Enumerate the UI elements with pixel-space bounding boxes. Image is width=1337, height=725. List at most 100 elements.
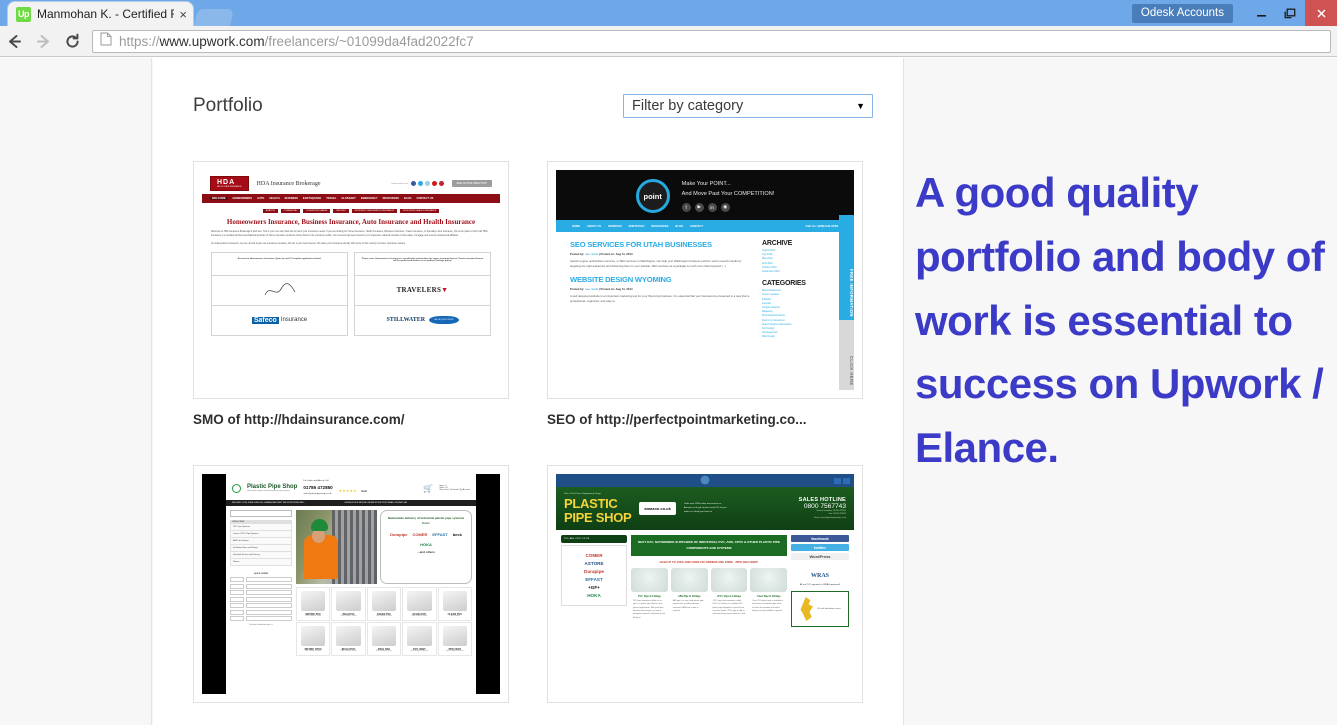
restore-icon[interactable] (1276, 2, 1305, 24)
pps4-offer: £9.99 UP TO 10KG AND OVER £50 ORDERS ARE… (659, 559, 759, 564)
pps-phone-block: For Sales and Advice Call 01786 472850 s… (303, 480, 333, 496)
pp-categories-title: CATEGORIES (762, 280, 806, 288)
category-filter-select[interactable]: Filter by category ▼ (623, 94, 873, 118)
pps4-topbar (556, 474, 854, 487)
pinterest-icon: ◉ (720, 202, 730, 212)
pps-cart-info: Items: 0 Value: £0 View Cart | Checkout | … (439, 485, 470, 491)
facebook-button: facebook (791, 535, 849, 543)
hda-box-right: Please note: Homeowners Insurance is spe… (354, 251, 491, 336)
url-path: /freelancers/~01099da4fad2022fc7 (264, 33, 474, 49)
titlebar-right: Odesk Accounts (1131, 0, 1337, 26)
pp-post-2-title: WEBSITE DESIGN WYOMING (570, 274, 672, 284)
portfolio-caption: SEO of http://perfectpointmarketing.co..… (547, 412, 807, 427)
page-document-icon (100, 32, 112, 51)
amazon-voucher: amazon.co.uk (639, 502, 676, 516)
leaf-logo-icon (232, 483, 241, 493)
twitter-button: twitter (791, 544, 849, 552)
linkedin-icon: in (707, 202, 717, 212)
pps4-banner: NEXT DAY, NATIONWIDE SUPPLIERS OF INDUST… (631, 535, 787, 556)
browser-titlebar: Up Manmohan K. - Certified F × Odesk Acc… (0, 0, 1337, 26)
upwork-favicon: Up (16, 6, 31, 22)
facebook-icon: f (681, 202, 691, 212)
portfolio-caption: SMO of http://hdainsurance.com/ (193, 412, 405, 427)
minimize-icon[interactable] (1247, 2, 1276, 24)
portfolio-thumbnail[interactable]: Part of The Pisces Engineering Group PLA… (547, 465, 863, 703)
hda-travelers-logo: TRAVELERS▼ (355, 274, 490, 305)
thumbnail-image-perfectpoint: point Make Your POINT... And Move Past Y… (556, 170, 854, 390)
hda-paragraph-2: As independent processors, we are not ti… (211, 242, 406, 245)
browser-toolbar: https://www.upwork.com/freelancers/~0109… (0, 26, 1337, 57)
pps4-amazon-text: Order over £300 online and recieve an Am… (683, 503, 727, 513)
portfolio-header: Portfolio Filter by category ▼ (193, 94, 873, 118)
hda-cta-button: REAL ESTATE DIRECTORY (451, 180, 492, 187)
odesk-accounts-button[interactable]: Odesk Accounts (1131, 3, 1233, 23)
browser-tab[interactable]: Up Manmohan K. - Certified F × (8, 2, 193, 26)
url-text: https://www.upwork.com/freelancers/~0109… (119, 34, 474, 49)
hda-headline: Homeowners Insurance, Business Insurance… (226, 218, 476, 226)
pps-brand-promo: Nationwide delivery of industrial plasti… (380, 510, 472, 584)
youtube-icon: ▶ (694, 202, 704, 212)
point-logo: point (635, 179, 670, 213)
hda-social-icons: Connect with us on: REAL ESTATE DIRECTOR… (391, 180, 492, 187)
pps4-hero-band: Part of The Pisces Engineering Group PLA… (556, 487, 854, 531)
portfolio-item[interactable]: Part of The Pisces Engineering Group PLA… (547, 465, 863, 716)
url-scheme: https:// (119, 33, 160, 49)
pp-tagline-1: Make Your POINT... (681, 181, 731, 188)
portfolio-item[interactable]: HDA MULTI LINES INSURANCE HDA Insurance … (193, 161, 509, 427)
portfolio-grid: HDA MULTI LINES INSURANCE HDA Insurance … (193, 161, 883, 716)
portfolio-item[interactable]: point Make Your POINT... And Move Past Y… (547, 161, 863, 427)
overlay-panel: A good quality portfolio and body of wor… (905, 58, 1337, 725)
tab-title: Manmohan K. - Certified F (37, 7, 175, 21)
pp-click-here-tab: CLICK HERE (839, 320, 854, 390)
new-tab-button[interactable] (193, 9, 235, 26)
page-title: Portfolio (193, 95, 263, 116)
pps4-hotline: SALES HOTLINE 0800 7567743 General enqui… (798, 496, 846, 519)
cart-icon: 🛒 (423, 483, 434, 493)
tab-strip: Up Manmohan K. - Certified F × (0, 0, 235, 26)
pps4-products: PVC Pipe & Fittings PVC pipe sometimes ca… (631, 567, 787, 621)
page-viewport: Portfolio Filter by category ▼ HDA MULTI… (0, 58, 1337, 725)
hda-brand: HDA Insurance Brokerage (256, 180, 321, 187)
pps-product-grid: METRIC PVC Pipe, Fittings & Valves INCH P… (296, 587, 472, 656)
chevron-down-icon: ▼ (856, 100, 865, 111)
thumbnail-image-plasticpipeshop-green: Part of The Pisces Engineering Group PLA… (556, 474, 854, 694)
hda-stillwater-logo: STILLWATER GET A QUOTE NOW! (355, 304, 490, 335)
pps-quick-order-title: QUICK ORDER (253, 573, 269, 575)
portfolio-thumbnail[interactable]: HDA MULTI LINES INSURANCE HDA Insurance … (193, 161, 509, 399)
portfolio-thumbnail[interactable]: point Make Your POINT... And Move Past Y… (547, 161, 863, 399)
tab-close-icon[interactable]: × (174, 8, 187, 21)
address-bar[interactable]: https://www.upwork.com/freelancers/~0109… (92, 29, 1331, 53)
thumbnail-image-plasticpipeshop-store: Plastic Pipe Shop Nationwide suppliers of… (202, 474, 500, 694)
pp-header: point Make Your POINT... And Move Past Y… (556, 170, 854, 220)
thumbnail-image-hda: HDA MULTI LINES INSURANCE HDA Insurance … (202, 170, 500, 390)
back-arrow-icon[interactable] (0, 32, 29, 51)
hda-pills: AVIATION COMMERCIAL FOREIGN EXCHANGE WELDIN… (211, 209, 491, 213)
portfolio-thumbnail[interactable]: Plastic Pipe Shop Nationwide suppliers of… (193, 465, 509, 703)
pp-post-1-text: Search engine optimization services, or … (570, 259, 742, 268)
reload-icon[interactable] (58, 32, 87, 51)
pp-phone: Call Us: (208) 643-0768 (805, 224, 838, 228)
portfolio-item[interactable]: Plastic Pipe Shop Nationwide suppliers of… (193, 465, 509, 716)
pps4-part-of: Part of The Pisces Engineering Group (564, 493, 601, 495)
pps-rating: ★★★★★ feefo (338, 489, 368, 493)
uk-distribution-map: UK wide distribution centres (791, 591, 849, 628)
pps4-logo: PLASTIC PIPE SHOP (564, 496, 632, 525)
pps-hero-photo (296, 510, 377, 584)
overlay-message: A good quality portfolio and body of wor… (915, 169, 1325, 472)
category-filter-label: Filter by category (632, 98, 744, 114)
part-search-input[interactable] (230, 510, 292, 517)
url-host: www.upwork.com (159, 33, 265, 49)
hda-box-left: Received a Homeowners Insurance Quote by… (211, 251, 348, 336)
close-icon[interactable] (1305, 0, 1337, 26)
page-left-gutter (0, 58, 152, 725)
hda-paragraph-1: Welcome to HDA Insurance Brokerage's Web… (211, 231, 488, 237)
pp-post-1-meta: Posted by: seo_tools | Posted on: Aug 11… (570, 252, 633, 256)
facebook-icon (843, 477, 850, 484)
pps-sidebar: CATEGORIES PVC Pipe Systems Corzan CPVC … (230, 510, 292, 656)
hda-logo: HDA MULTI LINES INSURANCE (210, 176, 249, 191)
hda-navbar: WELCOME HOMEOWNERS AUTO HEALTH BUSINESS EARTH… (202, 194, 500, 203)
wras-badge: WRAS All our PVC pipework is WRAS approv… (799, 573, 841, 587)
pp-archive-title: ARCHIVE (762, 240, 793, 247)
wordpress-button: WordPress (791, 553, 849, 561)
pp-archive-list: August 2014 July 2014 May 2014 April 2014 Oc… (762, 249, 780, 274)
